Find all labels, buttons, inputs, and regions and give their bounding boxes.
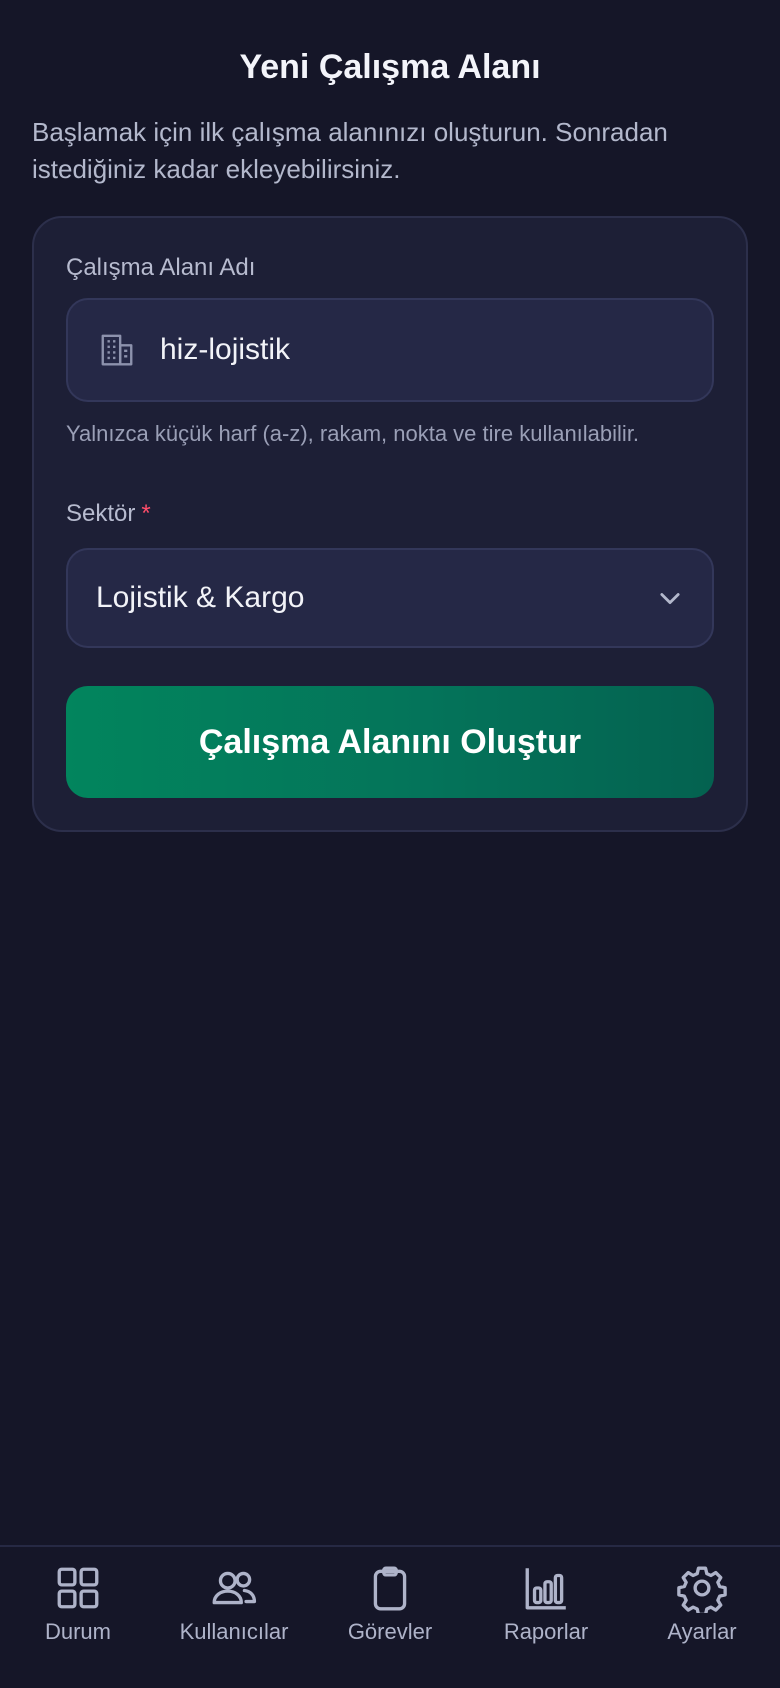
page-subtitle: Başlamak için ilk çalışma alanınızı oluş… [32,117,668,184]
workspace-form-card: Çalışma Alanı Adı Yalnızca küçük harf (a… [32,216,748,832]
sector-label: Sektör * [66,500,151,528]
create-workspace-screen: Yeni Çalışma Alanı Başlamak için ilk çal… [0,0,780,1688]
tab-label: Kullanıcılar [179,1619,289,1644]
grid-icon [57,1567,99,1609]
users-icon [212,1571,257,1605]
sector-label-text: Sektör [66,500,136,527]
bottom-tab-bar: Durum Kullanıcılar Görevler Raporlar Aya… [0,1545,780,1688]
workspace-name-input[interactable] [160,300,712,400]
required-mark: * [141,500,151,527]
bar-chart-icon [525,1568,566,1610]
sector-select[interactable]: Lojistik & Kargo [66,548,714,648]
sector-selected-value: Lojistik & Kargo [96,581,305,614]
tab-label: Raporlar [503,1619,589,1644]
chevron-down-icon [660,593,680,605]
tab-ayarlar[interactable]: Ayarlar [624,1547,780,1688]
create-workspace-button[interactable]: Çalışma Alanını Oluştur [66,686,714,798]
tab-label: Görevler [347,1619,433,1644]
tab-kullanicilar[interactable]: Kullanıcılar [156,1547,312,1688]
tab-label: Durum [44,1619,111,1644]
gear-icon [677,1566,727,1613]
tab-durum[interactable]: Durum [0,1547,156,1688]
tab-raporlar[interactable]: Raporlar [468,1547,624,1688]
building-icon [101,334,133,366]
page-title: Yeni Çalışma Alanı [239,48,541,86]
clipboard-icon [373,1566,407,1611]
tab-label: Ayarlar [667,1619,737,1644]
workspace-name-hint: Yalnızca küçük harf (a-z), rakam, nokta … [66,421,640,446]
workspace-name-field[interactable] [66,298,714,402]
workspace-name-label: Çalışma Alanı Adı [66,254,256,281]
tab-gorevler[interactable]: Görevler [312,1547,468,1688]
